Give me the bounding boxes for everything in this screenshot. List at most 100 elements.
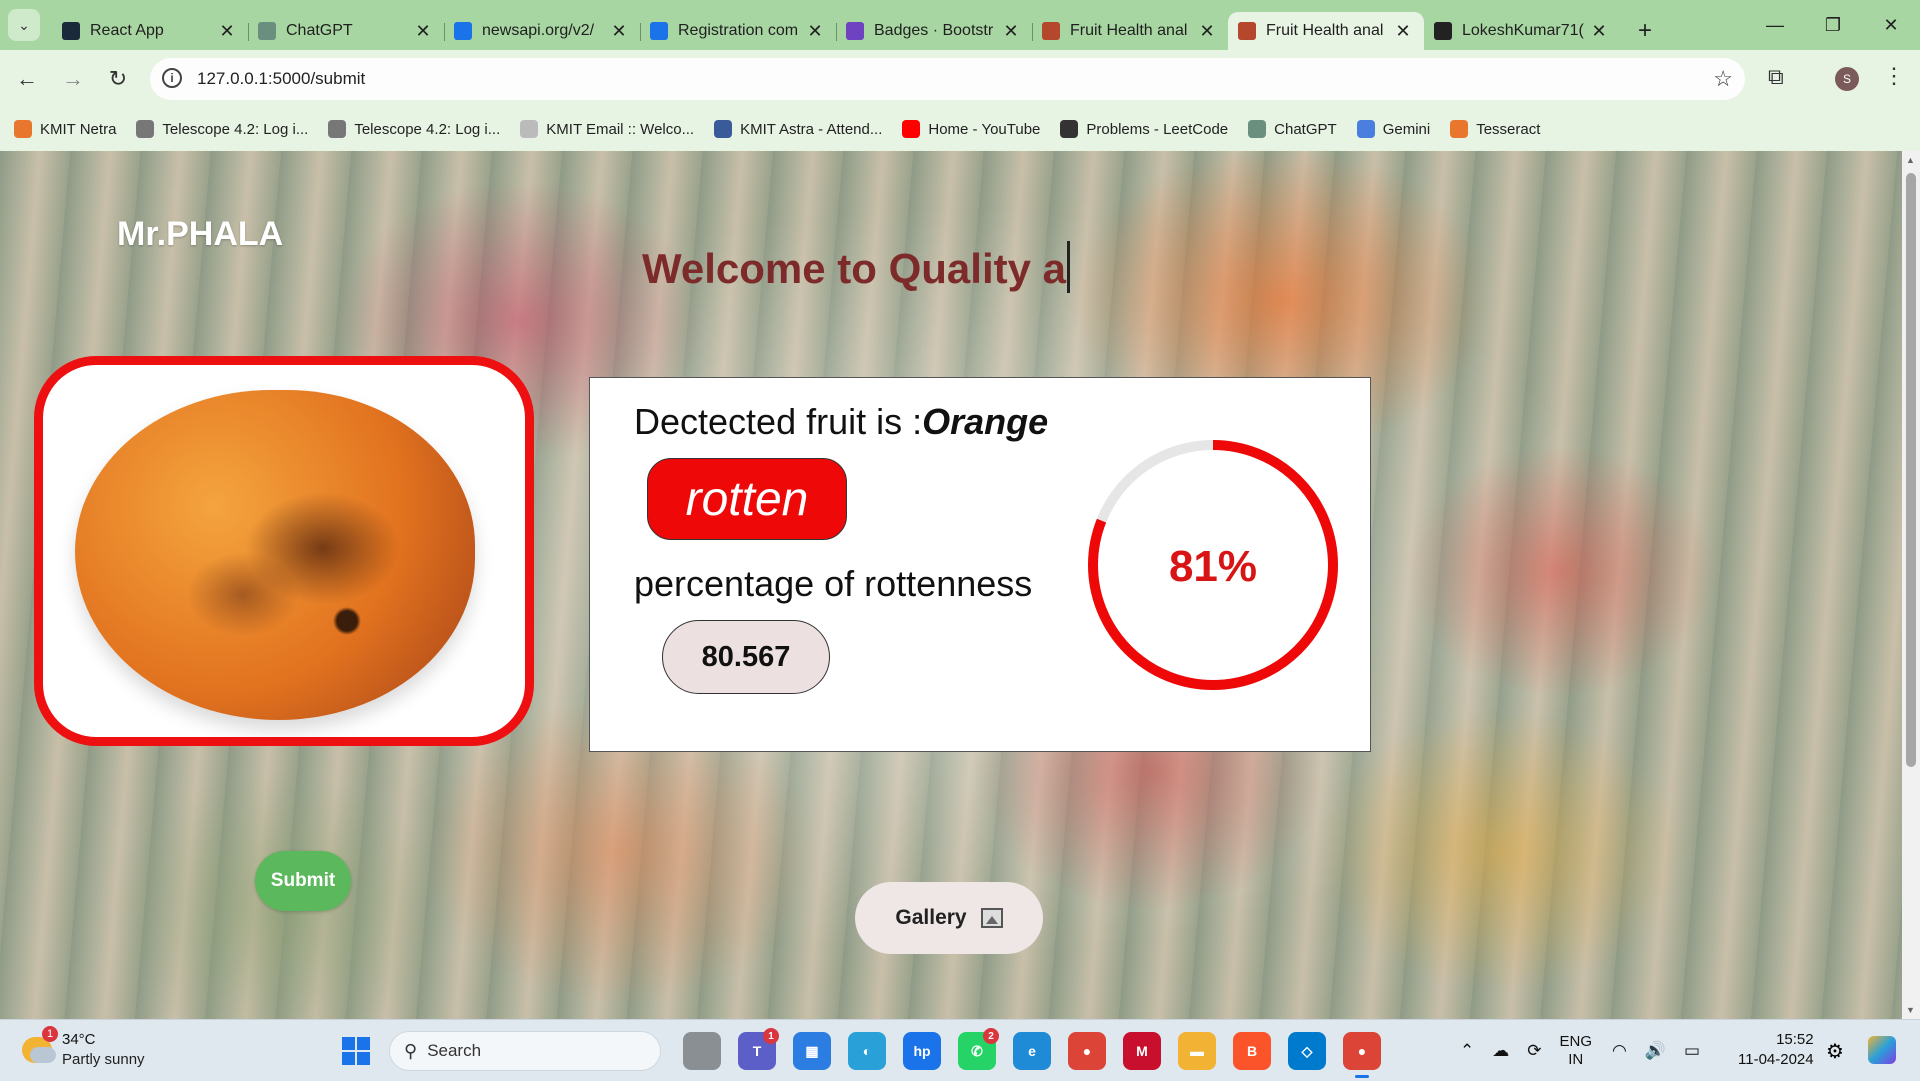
chrome-icon[interactable]: ●: [1068, 1032, 1106, 1070]
copilot-icon[interactable]: ◐: [848, 1032, 886, 1070]
sync-icon[interactable]: ⟳: [1527, 1041, 1541, 1061]
wifi-icon[interactable]: ◠: [1612, 1041, 1627, 1061]
file-explorer-icon[interactable]: ▬: [1178, 1032, 1216, 1070]
bookmark-label: ChatGPT: [1274, 120, 1337, 138]
tab-close-icon[interactable]: ✕: [1590, 21, 1608, 42]
browser-tab[interactable]: Fruit Health anal ✕: [1228, 12, 1424, 50]
new-tab-button[interactable]: +: [1630, 16, 1660, 46]
onedrive-icon[interactable]: ☁: [1492, 1041, 1509, 1061]
brave-icon[interactable]: B: [1233, 1032, 1271, 1070]
search-icon: ⚲: [404, 1040, 418, 1061]
scroll-down-icon[interactable]: ▼: [1906, 1005, 1915, 1015]
system-tray: ⌃ ☁ ⟳ ENG IN ◠ 🔊 ▭: [1460, 1020, 1718, 1081]
notifications-icon[interactable]: ⚙: [1826, 1039, 1844, 1064]
forward-button[interactable]: →: [58, 64, 88, 94]
search-label: Search: [427, 1041, 482, 1060]
doc-icon: [454, 22, 472, 40]
tab-list: React App ✕ ChatGPT ✕ newsapi.org/v2/✕ Regist…: [52, 6, 1660, 50]
bookmark-label: Telescope 4.2: Log i...: [162, 120, 309, 138]
page-content: Mr.PHALA Welcome to Quality a Dectected …: [0, 151, 1902, 1019]
browser-tab[interactable]: ChatGPT ✕: [248, 12, 444, 50]
bookmark-item[interactable]: ChatGPT: [1248, 120, 1337, 138]
browser-tab[interactable]: Fruit Health anal ✕: [1032, 12, 1228, 50]
tab-close-icon[interactable]: ✕: [414, 21, 432, 42]
tab-close-icon[interactable]: ✕: [1002, 21, 1020, 42]
start-button[interactable]: [342, 1037, 370, 1065]
scrollbar-thumb[interactable]: [1906, 173, 1916, 767]
bookmark-item[interactable]: Gemini: [1356, 120, 1430, 138]
close-window-button[interactable]: ✕: [1862, 0, 1920, 50]
volume-icon[interactable]: 🔊: [1645, 1041, 1666, 1061]
bookmark-item[interactable]: Telescope 4.2: Log i...: [328, 120, 500, 138]
tab-close-icon[interactable]: ✕: [806, 21, 824, 42]
detected-fruit-name: Orange: [922, 401, 1049, 442]
scroll-up-icon[interactable]: ▲: [1906, 155, 1915, 165]
chrome-profile-icon[interactable]: ●: [1343, 1032, 1381, 1078]
reload-icon: ↻: [108, 66, 128, 91]
taskbar-search[interactable]: ⚲ Search: [389, 1031, 661, 1071]
tab-close-icon[interactable]: ✕: [218, 21, 236, 42]
tab-close-icon[interactable]: ✕: [610, 21, 628, 42]
bookmark-label: Tesseract: [1476, 120, 1541, 138]
submit-button[interactable]: Submit: [255, 851, 351, 911]
browser-tab[interactable]: React App ✕: [52, 12, 248, 50]
brand-logo[interactable]: Mr.PHALA: [117, 215, 283, 254]
tab-title: newsapi.org/v2/: [482, 22, 595, 39]
mcafee-icon[interactable]: M: [1123, 1032, 1161, 1070]
battery-icon[interactable]: ▭: [1684, 1041, 1700, 1061]
reload-button[interactable]: ↻: [103, 64, 133, 94]
bookmark-label: KMIT Email :: Welco...: [546, 120, 695, 138]
bookmark-item[interactable]: KMIT Netra: [14, 120, 116, 138]
language-indicator[interactable]: ENG IN: [1560, 1033, 1593, 1069]
language-code: ENG: [1559, 1032, 1593, 1050]
bookmark-label: KMIT Astra - Attend...: [740, 120, 883, 138]
address-bar[interactable]: i 127.0.0.1:5000/submit ☆: [150, 58, 1745, 100]
profile-avatar[interactable]: S: [1835, 67, 1859, 91]
site-info-icon[interactable]: i: [162, 68, 182, 88]
browser-tab[interactable]: Badges · Bootstr ✕: [836, 12, 1032, 50]
restore-button[interactable]: ❐: [1804, 0, 1862, 50]
bookmark-item[interactable]: Home - YouTube: [902, 120, 1040, 138]
bookmark-star-icon[interactable]: ☆: [1713, 66, 1733, 92]
extensions-icon[interactable]: ⧉: [1768, 64, 1784, 90]
bookmark-favicon: [1450, 120, 1469, 138]
arrow-right-icon: →: [62, 66, 84, 91]
browser-tab[interactable]: LokeshKumar71( ✕: [1424, 12, 1620, 50]
tab-title: LokeshKumar71(: [1462, 22, 1584, 39]
page-scrollbar[interactable]: ▲ ▼: [1902, 151, 1920, 1019]
browser-tab[interactable]: newsapi.org/v2/ ✕: [444, 12, 640, 50]
whatsapp-icon[interactable]: ✆ 2: [958, 1028, 999, 1070]
teams-icon[interactable]: T1: [738, 1028, 779, 1070]
tab-close-icon[interactable]: ✕: [1394, 21, 1412, 42]
bookmark-item[interactable]: Telescope 4.2: Log i...: [136, 120, 308, 138]
bookmark-label: KMIT Netra: [40, 120, 117, 138]
bookmark-item[interactable]: KMIT Astra - Attend...: [714, 120, 882, 138]
tab-search-button[interactable]: ⌄: [8, 9, 40, 41]
minimize-button[interactable]: —: [1746, 0, 1804, 50]
orange-photo: [75, 390, 475, 720]
address-url[interactable]: 127.0.0.1:5000/submit: [197, 69, 365, 89]
myhp-icon[interactable]: hp: [903, 1032, 941, 1070]
chevron-up-icon[interactable]: ⌃: [1460, 1041, 1474, 1061]
weather-widget[interactable]: 1 34°C Partly sunny: [22, 1026, 145, 1070]
copilot-tray-icon[interactable]: [1868, 1036, 1896, 1064]
tab-title: ChatGPT: [286, 22, 353, 39]
gallery-button[interactable]: Gallery: [855, 882, 1043, 954]
store-icon[interactable]: ▦: [793, 1032, 831, 1070]
bookmark-item[interactable]: Problems - LeetCode: [1060, 120, 1228, 138]
tab-title: Badges · Bootstr: [874, 22, 994, 39]
edge-icon[interactable]: e: [1013, 1032, 1051, 1070]
bookmark-label: Telescope 4.2: Log i...: [354, 120, 501, 138]
task-view-icon[interactable]: [683, 1032, 721, 1070]
vscode-icon[interactable]: ◇: [1288, 1032, 1326, 1070]
clock[interactable]: 15:52 11-04-2024: [1738, 1030, 1814, 1070]
back-button[interactable]: ←: [12, 64, 42, 94]
browser-menu-icon[interactable]: ⋮: [1883, 63, 1905, 89]
browser-tab[interactable]: Registration com ✕: [640, 12, 836, 50]
bookmark-favicon: [136, 120, 155, 138]
bookmark-item[interactable]: Tesseract: [1450, 120, 1540, 138]
bookmark-favicon: [328, 120, 347, 138]
tab-close-icon[interactable]: ✕: [1198, 21, 1216, 42]
react-icon: [62, 22, 80, 40]
bookmark-item[interactable]: KMIT Email :: Welco...: [520, 120, 694, 138]
